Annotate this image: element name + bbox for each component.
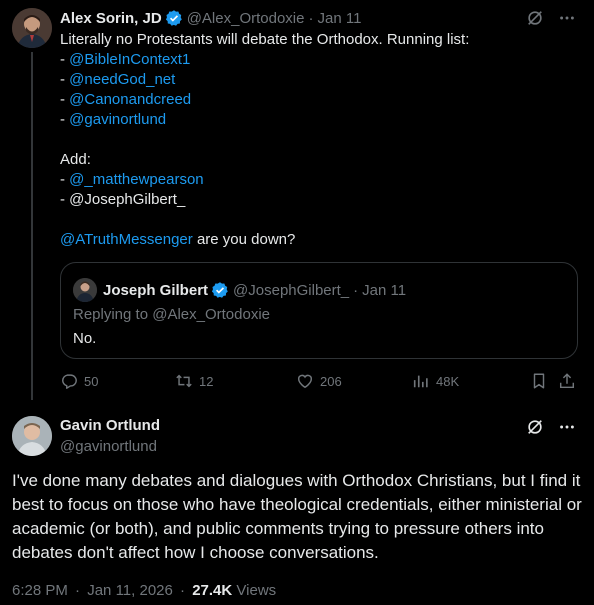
tweet-header: Alex Sorin, JD @Alex_Ortodoxie · Jan 11: [60, 8, 361, 28]
quote-author-name: Joseph Gilbert: [103, 281, 209, 299]
share-button[interactable]: [558, 372, 576, 390]
reply-button[interactable]: 50: [60, 372, 98, 390]
list-bullet: -: [60, 71, 70, 88]
tweet-top-icons: [526, 9, 576, 27]
quote-text: No.: [73, 330, 97, 347]
like-icon: [297, 374, 313, 389]
views-label: Views: [236, 582, 277, 599]
tweet-time[interactable]: 6:28 PM: [12, 582, 68, 599]
body-text: are you down?: [192, 231, 296, 248]
bookmark-icon: [533, 373, 545, 389]
body-text: - @JosephGilbert_: [60, 191, 186, 208]
tweet-body: Literally no Protestants will debate the…: [60, 30, 580, 250]
views-button[interactable]: 48K: [412, 372, 459, 390]
views-count: 48K: [436, 373, 460, 389]
repost-icon: [176, 374, 192, 388]
separator: ·: [353, 281, 359, 299]
body-text: Literally no Protestants will debate the…: [60, 31, 470, 48]
tweet-body-line: [60, 130, 580, 150]
tweet-body-line: - @needGod_net: [60, 70, 580, 90]
timestamp[interactable]: Jan 11: [317, 10, 361, 27]
quote-header: Joseph Gilbert @JosephGilbert_ · Jan 11: [73, 278, 406, 302]
separator: ·: [180, 582, 186, 599]
mention-link[interactable]: @_matthewpearson: [69, 171, 203, 188]
tweet-body-line: - @JosephGilbert_: [60, 190, 580, 210]
reply-count: 50: [84, 373, 99, 389]
author-handle[interactable]: @Alex_Ortodoxie: [187, 10, 305, 27]
like-button[interactable]: 206: [296, 372, 342, 390]
tweet-alex-sorin[interactable]: Alex Sorin, JD @Alex_Ortodoxie · Jan 11 …: [0, 0, 594, 400]
verified-badge-icon: [211, 282, 228, 298]
quote-timestamp: Jan 11: [362, 281, 407, 299]
tweet-body-line: - @Canonandcreed: [60, 90, 580, 110]
tweet-body-line: - @_matthewpearson: [60, 170, 580, 190]
grok-icon[interactable]: [526, 418, 544, 436]
more-icon[interactable]: [558, 9, 576, 27]
mention-link[interactable]: @needGod_net: [69, 71, 175, 88]
bookmark-button[interactable]: [530, 372, 548, 390]
tweet-body-line: - @gavinortlund: [60, 110, 580, 130]
author-handle[interactable]: @gavinortlund: [60, 438, 157, 455]
mention-link[interactable]: @BibleInContext1: [69, 51, 190, 68]
thread-line: [31, 52, 33, 400]
views-icon: [413, 375, 428, 388]
repost-count: 12: [199, 373, 214, 389]
list-bullet: -: [60, 171, 70, 188]
reply-icon: [62, 374, 77, 389]
verified-badge-icon: [165, 10, 182, 26]
tweet-text: I've done many debates and dialogues wit…: [12, 471, 582, 562]
tweet-body-line: @ATruthMessenger are you down?: [60, 230, 580, 250]
tweet-date[interactable]: Jan 11, 2026: [87, 582, 173, 599]
list-bullet: -: [60, 51, 70, 68]
share-icon: [559, 373, 575, 389]
tweet-body-line: Literally no Protestants will debate the…: [60, 30, 580, 50]
tweet-meta: 6:28 PM · Jan 11, 2026 · 27.4K Views: [12, 582, 276, 599]
avatar[interactable]: [12, 416, 52, 456]
quote-author-handle: @JosephGilbert_: [233, 281, 350, 299]
quoted-tweet[interactable]: Joseph Gilbert @JosephGilbert_ · Jan 11 …: [60, 262, 578, 359]
replying-to: Replying to @Alex_Ortodoxie: [73, 306, 270, 323]
more-icon[interactable]: [558, 418, 576, 436]
author-name[interactable]: Alex Sorin, JD: [60, 10, 162, 27]
tweet-top-icons: [526, 418, 576, 436]
tweet-actions: 50 12 206 48K: [60, 372, 580, 394]
separator: ·: [75, 582, 81, 599]
mention-link[interactable]: @ATruthMessenger: [60, 231, 193, 248]
mention-link[interactable]: @gavinortlund: [69, 111, 166, 128]
separator: ·: [308, 9, 314, 27]
list-bullet: -: [60, 111, 70, 128]
tweet-body-line: Add:: [60, 150, 580, 170]
like-count: 206: [320, 373, 342, 389]
body-text: Add:: [60, 151, 91, 168]
quote-avatar[interactable]: [73, 278, 97, 302]
views-count: 27.4K: [192, 582, 233, 599]
repost-button[interactable]: 12: [175, 372, 213, 390]
grok-icon[interactable]: [526, 9, 544, 27]
mention-link[interactable]: @Canonandcreed: [69, 91, 191, 108]
avatar[interactable]: [12, 8, 52, 48]
author-name[interactable]: Gavin Ortlund: [60, 417, 160, 434]
list-bullet: -: [60, 91, 70, 108]
tweet-gavin-ortlund[interactable]: Gavin Ortlund @gavinortlund I've done ma…: [0, 400, 594, 605]
tweet-body-line: - @BibleInContext1: [60, 50, 580, 70]
tweet-body-line: [60, 210, 580, 230]
